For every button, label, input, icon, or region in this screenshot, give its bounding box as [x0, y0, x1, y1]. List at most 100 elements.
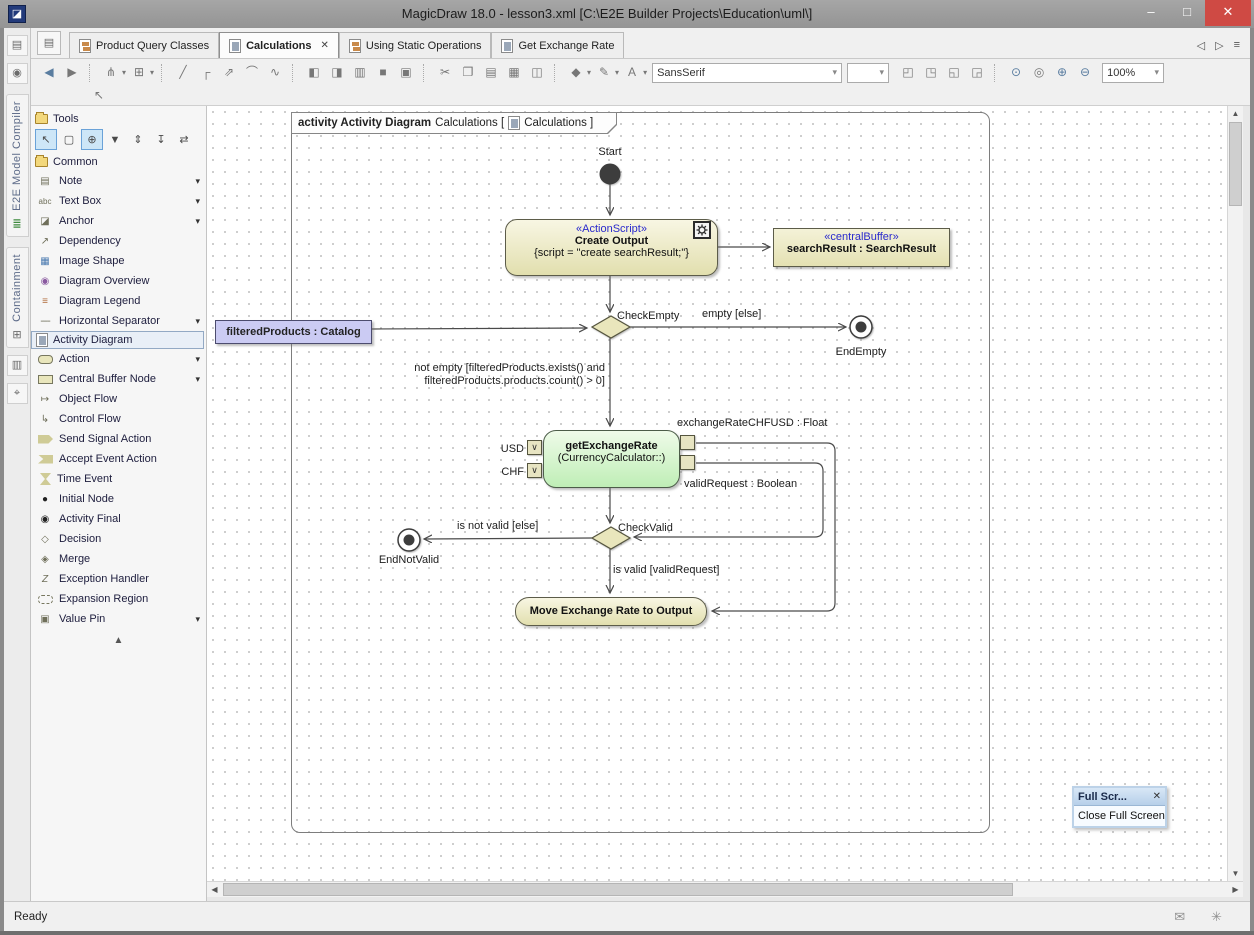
- path-curve-button[interactable]: ⌒: [242, 63, 262, 83]
- zoom-view-icon[interactable]: ◉: [7, 63, 28, 84]
- font-color-dropdown-icon[interactable]: ▾: [643, 68, 647, 77]
- dock-panel-icon[interactable]: ▤: [7, 35, 28, 56]
- path-rectilinear-button[interactable]: ┌: [196, 63, 216, 83]
- notification-icon[interactable]: ✉: [1174, 909, 1185, 925]
- horizontal-scroll-thumb[interactable]: [223, 883, 1013, 896]
- object-node-filteredproducts[interactable]: filteredProducts : Catalog: [215, 320, 372, 344]
- windows-panel-icon[interactable]: ▤: [37, 31, 61, 55]
- paste-button[interactable]: ▤: [481, 63, 501, 83]
- palette-header-activity-diagram[interactable]: Activity Diagram: [31, 331, 204, 349]
- palette-item-diagram-overview[interactable]: ◉Diagram Overview: [31, 271, 206, 291]
- line-color-button[interactable]: ✎: [594, 63, 614, 83]
- final-node-endnotvalid[interactable]: [398, 529, 420, 551]
- fit-size-button[interactable]: ▣: [396, 63, 416, 83]
- autosize-button[interactable]: ▥: [350, 63, 370, 83]
- font-size-select[interactable]: ▾: [847, 63, 889, 83]
- palette-header-tools[interactable]: Tools: [31, 110, 206, 128]
- palette-item-decision[interactable]: ◇Decision: [31, 529, 206, 549]
- sticky-tool-button[interactable]: ⊕: [81, 129, 103, 150]
- palette-item-dependency[interactable]: ↗Dependency: [31, 231, 206, 251]
- zoom-in-button[interactable]: ⊕: [1052, 63, 1072, 83]
- zoom-out-button[interactable]: ⊖: [1075, 63, 1095, 83]
- chevron-down-icon[interactable]: ▾: [195, 374, 200, 385]
- structure-panel-icon[interactable]: ▥: [7, 355, 28, 376]
- chevron-down-icon[interactable]: ▾: [195, 216, 200, 227]
- palette-item-merge[interactable]: ◈Merge: [31, 549, 206, 569]
- chevron-down-icon[interactable]: ▾: [195, 316, 200, 327]
- horizontal-scrollbar[interactable]: ◀ ▶: [207, 881, 1243, 897]
- forward-button[interactable]: ▶: [62, 63, 82, 83]
- palette-item-note[interactable]: ▤Note▾: [31, 171, 206, 191]
- tab-get-exchange-rate[interactable]: Get Exchange Rate: [491, 32, 624, 58]
- fullscreen-close-icon[interactable]: ✕: [1153, 791, 1161, 802]
- palette-item-diagram-legend[interactable]: ≡Diagram Legend: [31, 291, 206, 311]
- value-pin-chf[interactable]: ∨: [527, 463, 542, 478]
- minimize-button[interactable]: –: [1133, 0, 1169, 26]
- vertical-scrollbar[interactable]: ▲ ▼: [1227, 106, 1243, 881]
- palette-item-anchor[interactable]: ◪Anchor▾: [31, 211, 206, 231]
- zoom-fit-button[interactable]: ◎: [1029, 63, 1049, 83]
- final-node-endempty[interactable]: [850, 316, 872, 338]
- resize-width-button[interactable]: ◧: [304, 63, 324, 83]
- path-breakpoint-button[interactable]: ⇗: [219, 63, 239, 83]
- tab-product-query-classes[interactable]: Product Query Classes: [69, 32, 219, 58]
- back-button[interactable]: ◀: [39, 63, 59, 83]
- compress-tool-button[interactable]: ↧: [150, 129, 172, 150]
- stamp-tool-button[interactable]: ▼: [104, 129, 126, 150]
- clone-button[interactable]: ◫: [527, 63, 547, 83]
- same-size-button[interactable]: ■: [373, 63, 393, 83]
- palette-item-action[interactable]: Action▾: [31, 349, 206, 369]
- central-buffer-searchresult[interactable]: «centralBuffer» searchResult : SearchRes…: [773, 228, 950, 267]
- palette-item-horizontal-separator[interactable]: ----Horizontal Separator▾: [31, 311, 206, 331]
- vertical-scroll-thumb[interactable]: [1229, 122, 1242, 206]
- palette-header-common[interactable]: Common: [31, 153, 206, 171]
- chevron-down-icon[interactable]: ▾: [195, 176, 200, 187]
- palette-item-initial-node[interactable]: ●Initial Node: [31, 489, 206, 509]
- layout-tree-button[interactable]: ⋔: [101, 63, 121, 83]
- line-color-dropdown-icon[interactable]: ▾: [615, 68, 619, 77]
- close-full-screen-button[interactable]: Close Full Screen: [1074, 806, 1165, 826]
- tab-scroll-right-icon[interactable]: ▷: [1215, 39, 1223, 52]
- resize-height-button[interactable]: ◨: [327, 63, 347, 83]
- tab-using-static-operations[interactable]: Using Static Operations: [339, 32, 492, 58]
- tab-scroll-left-icon[interactable]: ◁: [1197, 39, 1205, 52]
- scroll-right-icon[interactable]: ▶: [1228, 882, 1243, 897]
- path-spline-button[interactable]: ∿: [265, 63, 285, 83]
- scroll-down-icon[interactable]: ▼: [1228, 866, 1243, 881]
- chevron-down-icon[interactable]: ▾: [195, 354, 200, 365]
- add-dropdown-icon[interactable]: ▾: [150, 68, 154, 77]
- value-pin-usd[interactable]: ∨: [527, 440, 542, 455]
- action-move-exchange-rate[interactable]: Move Exchange Rate to Output: [515, 597, 707, 626]
- gear-icon[interactable]: [693, 221, 711, 239]
- swap-tool-button[interactable]: ⇄: [173, 129, 195, 150]
- edge-exchangerate-pin-to-move[interactable]: [696, 443, 835, 611]
- tab-list-icon[interactable]: ≡: [1234, 39, 1240, 52]
- scroll-up-icon[interactable]: ▲: [1228, 106, 1243, 121]
- close-button[interactable]: ✕: [1205, 0, 1251, 26]
- send-backward-button[interactable]: ◳: [921, 63, 941, 83]
- select-in-containment-button[interactable]: ↖: [89, 86, 109, 106]
- maximize-button[interactable]: □: [1169, 0, 1205, 26]
- copy-button[interactable]: ❐: [458, 63, 478, 83]
- fill-color-button[interactable]: ◆: [566, 63, 586, 83]
- diagram-canvas[interactable]: activity Activity Diagram Calculations […: [207, 106, 1227, 881]
- palette-item-text-box[interactable]: abcText Box▾: [31, 191, 206, 211]
- fill-color-dropdown-icon[interactable]: ▾: [587, 68, 591, 77]
- palette-item-control-flow[interactable]: ↳Control Flow: [31, 409, 206, 429]
- palette-item-send-signal-action[interactable]: Send Signal Action: [31, 429, 206, 449]
- chevron-down-icon[interactable]: ▾: [195, 196, 200, 207]
- edge-checkvalid-to-endnotvalid[interactable]: [424, 538, 592, 539]
- tab-calculations[interactable]: Calculations ✕: [219, 32, 339, 58]
- bring-forward-button[interactable]: ◰: [898, 63, 918, 83]
- tab-containment[interactable]: Containment ⊞: [6, 247, 29, 348]
- output-pin-exchangerate[interactable]: [680, 435, 695, 450]
- palette-item-expansion-region[interactable]: Expansion Region: [31, 589, 206, 609]
- edge-filteredproducts-to-checkempty[interactable]: [372, 328, 587, 329]
- refresh-button[interactable]: ◲: [967, 63, 987, 83]
- zoom-level-select[interactable]: 100% ▾: [1102, 63, 1164, 83]
- palette-item-accept-event-action[interactable]: Accept Event Action: [31, 449, 206, 469]
- cut-button[interactable]: ✂: [435, 63, 455, 83]
- marquee-tool-button[interactable]: ▢: [58, 129, 80, 150]
- action-create-output[interactable]: «ActionScript» Create Output {script = "…: [505, 219, 718, 276]
- select-tool-button[interactable]: ↖: [35, 129, 57, 150]
